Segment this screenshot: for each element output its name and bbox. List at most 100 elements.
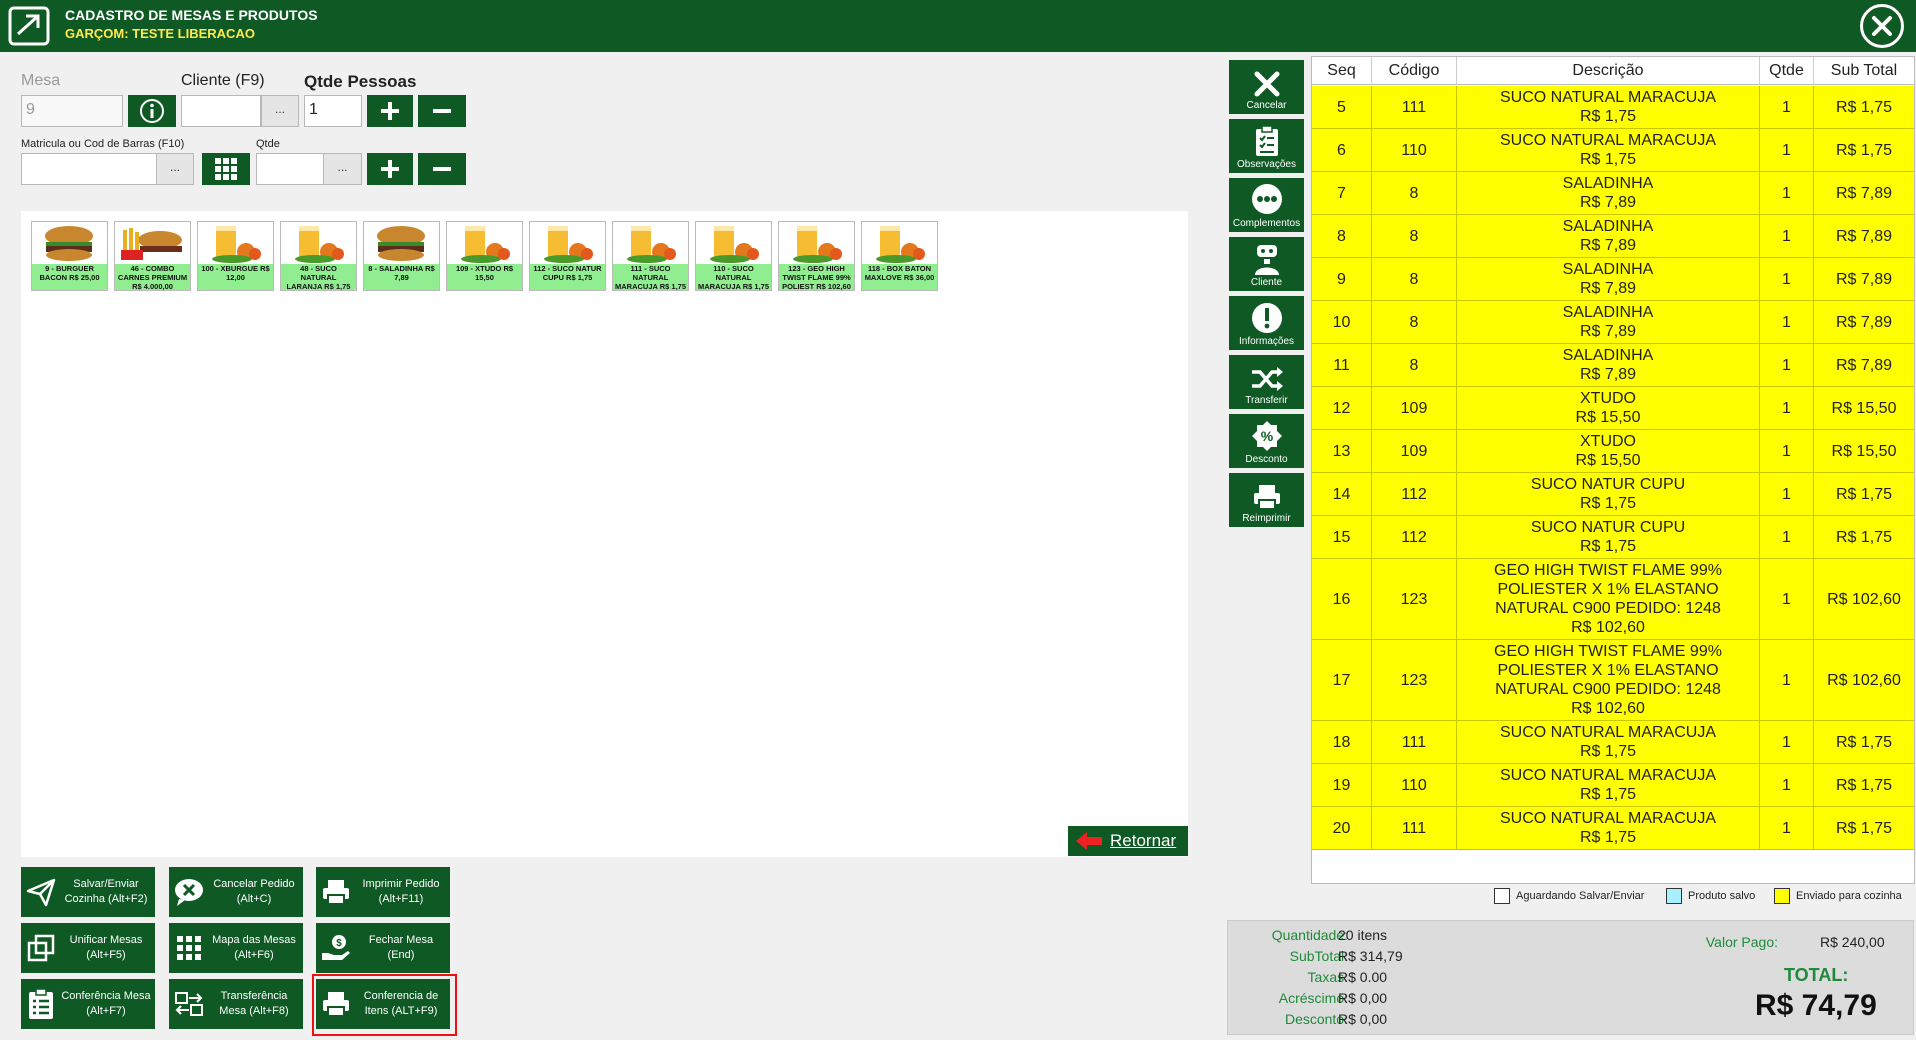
qtde-increment-button[interactable] xyxy=(367,153,413,185)
acrescimo-label: Acréscimo: xyxy=(1278,990,1348,1006)
valor-pago-label: Valor Pago: xyxy=(1705,934,1778,950)
product-tile[interactable]: 8 - SALADINHA R$ 7,89 xyxy=(363,221,440,291)
product-label: 100 - XBURGUE R$ 12,00 xyxy=(201,264,270,282)
product-tile[interactable]: 48 - SUCO NATURAL LARANJA R$ 1,75 xyxy=(280,221,357,291)
product-tile[interactable]: 111 - SUCO NATURAL MARACUJA R$ 1,75 xyxy=(612,221,689,291)
table-row[interactable]: 6 110 SUCO NATURAL MARACUJA R$ 1,75 1 R$ 1,75 xyxy=(1312,129,1914,172)
table-row[interactable]: 18 111 SUCO NATURAL MARACUJA R$ 1,75 1 R$ 1,7… xyxy=(1312,721,1914,764)
cell-descricao: SUCO NATURAL MARACUJA R$ 1,75 xyxy=(1457,86,1760,128)
table-row[interactable]: 15 112 SUCO NATUR CUPU R$ 1,75 1 R$ 1,75 xyxy=(1312,516,1914,559)
product-image xyxy=(779,222,854,264)
items-grid[interactable]: Seq Código Descrição Qtde Sub Total 5 111… xyxy=(1311,56,1915,884)
legend-swatch xyxy=(1666,888,1682,904)
sidebar-cliente-button[interactable]: Cliente xyxy=(1229,237,1304,291)
pessoas-increment-button[interactable] xyxy=(367,95,413,127)
table-row[interactable]: 13 109 XTUDO R$ 15,50 1 R$ 15,50 xyxy=(1312,430,1914,473)
product-tile[interactable]: 46 - COMBO CARNES PREMIUM R$ 4.000,00 xyxy=(114,221,191,291)
table-row[interactable]: 8 8 SALADINHA R$ 7,89 1 R$ 7,89 xyxy=(1312,215,1914,258)
sidebar-transferir-button[interactable]: Transferir xyxy=(1229,355,1304,409)
table-row[interactable]: 9 8 SALADINHA R$ 7,89 1 R$ 7,89 xyxy=(1312,258,1914,301)
sidebar-reimprimir-button[interactable]: Reimprimir xyxy=(1229,473,1304,527)
table-row[interactable]: 16 123 GEO HIGH TWIST FLAME 99% POLIESTER … xyxy=(1312,559,1914,640)
sidebar-desconto-button[interactable]: % Desconto xyxy=(1229,414,1304,468)
conferencia-mesa-button[interactable]: Conferência Mesa (Alt+F7) xyxy=(21,979,155,1029)
product-image xyxy=(696,222,771,264)
table-row[interactable]: 5 111 SUCO NATURAL MARACUJA R$ 1,75 1 R$ 1,75 xyxy=(1312,86,1914,129)
cell-subtotal: R$ 1,75 xyxy=(1835,141,1893,159)
item-description: SUCO NATUR CUPU xyxy=(1530,519,1686,536)
table-row[interactable]: 12 109 XTUDO R$ 15,50 1 R$ 15,50 xyxy=(1312,387,1914,430)
keypad-button[interactable] xyxy=(202,153,250,185)
mapa-mesas-button[interactable]: Mapa das Mesas (Alt+F6) xyxy=(169,923,303,973)
cell-codigo: 123 xyxy=(1372,640,1457,720)
cell-subtotal: R$ 102,60 xyxy=(1827,590,1901,608)
transferencia-mesa-button[interactable]: Transferência Mesa (Alt+F8) xyxy=(169,979,303,1029)
cell-codigo: 112 xyxy=(1372,516,1457,558)
cell-qtde: 1 xyxy=(1760,430,1814,472)
pessoas-decrement-button[interactable] xyxy=(418,95,466,127)
cell-qtde: 1 xyxy=(1760,516,1814,558)
subtotal-label: SubTotal: xyxy=(1289,948,1348,964)
cell-qtde: 1 xyxy=(1760,764,1814,806)
product-tile[interactable]: 118 - BOX BATON MAXLOVE R$ 36,00 xyxy=(861,221,938,291)
col-qtde-header[interactable]: Qtde xyxy=(1760,57,1814,85)
table-row[interactable]: 7 8 SALADINHA R$ 7,89 1 R$ 7,89 xyxy=(1312,172,1914,215)
product-tile[interactable]: 112 - SUCO NATUR CUPU R$ 1,75 xyxy=(529,221,606,291)
mesa-label: Mesa xyxy=(21,72,61,89)
item-price: R$ 1,75 xyxy=(1579,829,1637,846)
cell-codigo: 8 xyxy=(1372,301,1457,343)
qtde-lookup-button[interactable]: ... xyxy=(323,153,362,185)
product-label: 46 - COMBO CARNES PREMIUM R$ 4.000,00 xyxy=(117,264,188,291)
cell-descricao: SUCO NATURAL MARACUJA R$ 1,75 xyxy=(1457,721,1760,763)
sidebar-informaes-button[interactable]: Informações xyxy=(1229,296,1304,350)
imprimir-pedido-button[interactable]: Imprimir Pedido (Alt+F11) xyxy=(316,867,450,917)
table-row[interactable]: 20 111 SUCO NATURAL MARACUJA R$ 1,75 1 R$ 1,7… xyxy=(1312,807,1914,850)
fechar-mesa-button[interactable]: $ Fechar Mesa (End) xyxy=(316,923,450,973)
col-seq-header[interactable]: Seq xyxy=(1312,57,1372,85)
sidebar-complementos-button[interactable]: Complementos xyxy=(1229,178,1304,232)
item-price: R$ 7,89 xyxy=(1579,323,1637,340)
retornar-button[interactable]: Retornar xyxy=(1068,826,1188,856)
table-row[interactable]: 11 8 SALADINHA R$ 7,89 1 R$ 7,89 xyxy=(1312,344,1914,387)
more-dots-icon xyxy=(1229,178,1304,216)
table-row[interactable]: 19 110 SUCO NATURAL MARACUJA R$ 1,75 1 R$ 1,7… xyxy=(1312,764,1914,807)
unificar-mesas-button[interactable]: Unificar Mesas (Alt+F5) xyxy=(21,923,155,973)
table-row[interactable]: 14 112 SUCO NATUR CUPU R$ 1,75 1 R$ 1,75 xyxy=(1312,473,1914,516)
cell-seq: 16 xyxy=(1312,559,1372,639)
cell-seq: 20 xyxy=(1312,807,1372,849)
matricula-lookup-button[interactable]: ... xyxy=(156,153,194,185)
table-row[interactable]: 10 8 SALADINHA R$ 7,89 1 R$ 7,89 xyxy=(1312,301,1914,344)
cancel-chat-icon xyxy=(175,879,203,906)
qtde-pessoas-field[interactable]: 1 xyxy=(304,95,362,127)
cliente-field[interactable] xyxy=(181,95,261,127)
col-codigo-header[interactable]: Código xyxy=(1372,57,1457,85)
cell-qtde: 1 xyxy=(1760,721,1814,763)
product-label: 48 - SUCO NATURAL LARANJA R$ 1,75 xyxy=(286,264,351,291)
cell-codigo: 8 xyxy=(1372,215,1457,257)
product-image xyxy=(115,222,190,264)
cell-descricao: SALADINHA R$ 7,89 xyxy=(1457,258,1760,300)
cell-codigo: 112 xyxy=(1372,473,1457,515)
cell-qtde: 1 xyxy=(1760,640,1814,720)
product-tile[interactable]: 123 - GEO HIGH TWIST FLAME 99% POLIEST R… xyxy=(778,221,855,291)
mesa-info-button[interactable] xyxy=(128,95,176,127)
item-description: SALADINHA xyxy=(1562,175,1654,192)
product-tile[interactable]: 110 - SUCO NATURAL MARACUJA R$ 1,75 xyxy=(695,221,772,291)
sidebar-cancelar-button[interactable]: Cancelar xyxy=(1229,60,1304,114)
qtde-decrement-button[interactable] xyxy=(418,153,466,185)
sidebar-observaes-button[interactable]: Observações xyxy=(1229,119,1304,173)
cancelar-pedido-button[interactable]: Cancelar Pedido (Alt+C) xyxy=(169,867,303,917)
product-tile[interactable]: 9 - BURGUER BACON R$ 25,00 xyxy=(31,221,108,291)
close-window-button[interactable] xyxy=(1860,4,1904,48)
cliente-lookup-button[interactable]: ... xyxy=(261,95,299,127)
qtde-field[interactable] xyxy=(256,153,324,185)
product-tile[interactable]: 100 - XBURGUE R$ 12,00 xyxy=(197,221,274,291)
mesa-field: 9 xyxy=(21,95,123,127)
matricula-field[interactable] xyxy=(21,153,157,185)
valor-pago-value: R$ 240,00 xyxy=(1820,934,1885,950)
col-subtotal-header[interactable]: Sub Total xyxy=(1814,57,1914,85)
table-row[interactable]: 17 123 GEO HIGH TWIST FLAME 99% POLIESTER … xyxy=(1312,640,1914,721)
col-descricao-header[interactable]: Descrição xyxy=(1457,57,1760,85)
salvar-enviar-button[interactable]: Salvar/Enviar Cozinha (Alt+F2) xyxy=(21,867,155,917)
product-tile[interactable]: 109 - XTUDO R$ 15,50 xyxy=(446,221,523,291)
